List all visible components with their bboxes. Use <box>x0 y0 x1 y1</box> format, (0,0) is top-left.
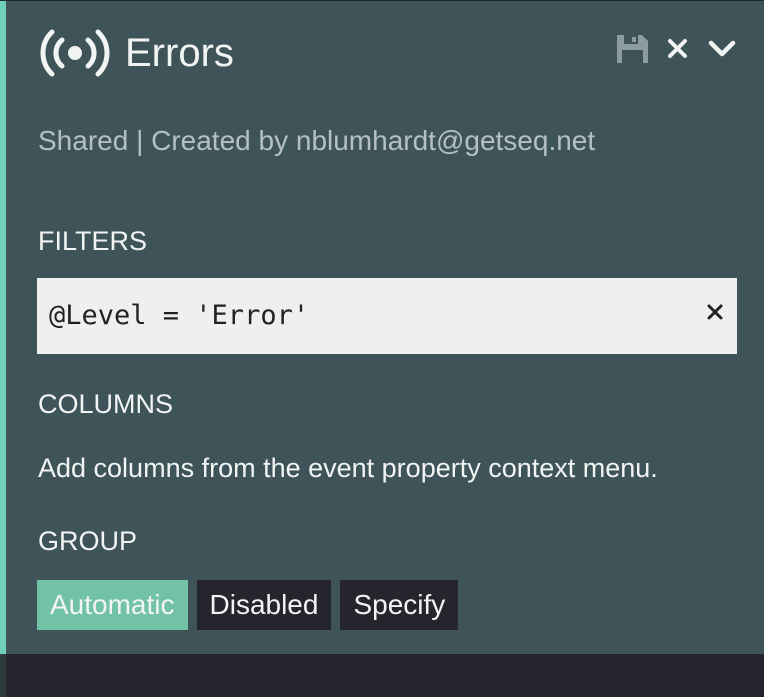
columns-hint: Add columns from the event property cont… <box>38 453 658 483</box>
group-specify-button[interactable]: Specify <box>340 580 459 630</box>
signal-owner-info: Shared | Created by nblumhardt@getseq.ne… <box>38 125 596 156</box>
signal-panel: Errors Shared | Created by nblumhardt@ge… <box>0 0 764 655</box>
close-icon[interactable] <box>667 38 688 59</box>
group-disabled-button[interactable]: Disabled <box>196 580 332 630</box>
columns-heading: COLUMNS <box>38 389 174 419</box>
group-automatic-button[interactable]: Automatic <box>37 580 188 630</box>
close-icon[interactable] <box>707 304 723 320</box>
filter-expression-row[interactable]: @Level = 'Error' <box>37 278 737 354</box>
group-heading: GROUP <box>38 526 138 556</box>
broadcast-icon <box>40 29 110 77</box>
floppy-disk-icon[interactable] <box>617 35 648 63</box>
signal-title: Errors <box>125 31 234 75</box>
filter-expression[interactable]: @Level = 'Error' <box>49 298 309 334</box>
chevron-down-icon[interactable] <box>707 39 737 59</box>
accent-bar <box>0 1 6 655</box>
filters-heading: FILTERS <box>38 226 148 256</box>
accent-bar-bottom <box>0 654 6 697</box>
group-mode-selector: Automatic Disabled Specify <box>37 580 459 630</box>
